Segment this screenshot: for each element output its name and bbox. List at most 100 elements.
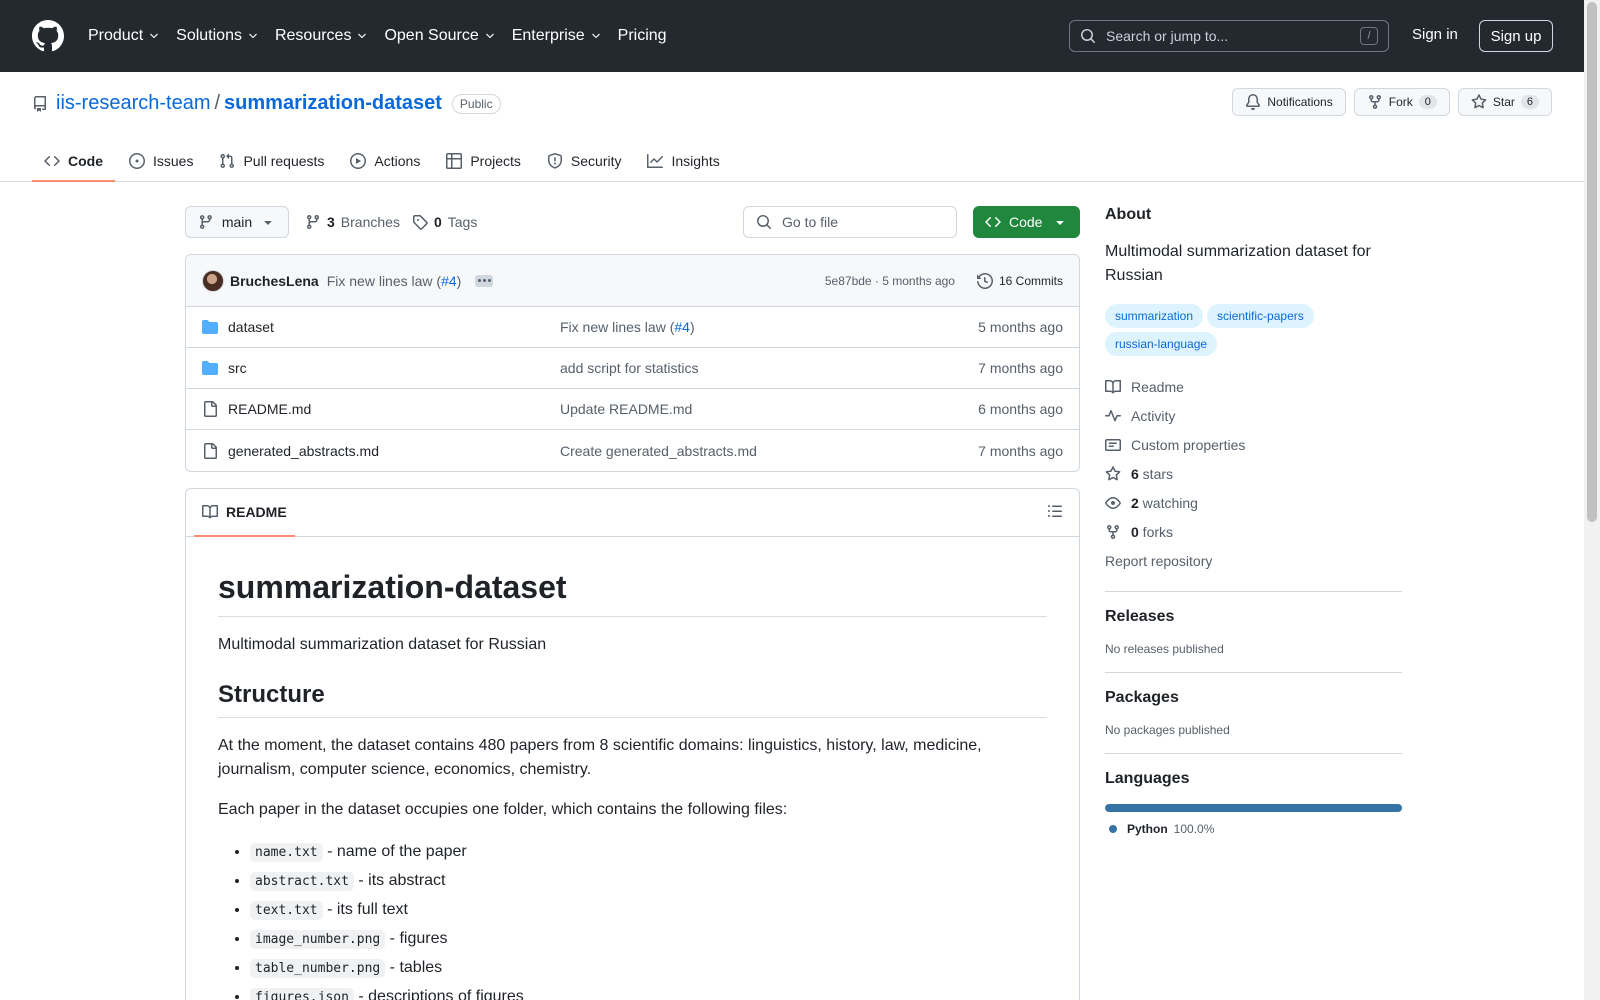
about-heading: About	[1105, 206, 1152, 223]
visibility-badge: Public	[451, 93, 501, 114]
activity-link[interactable]: Activity	[1105, 401, 1402, 430]
repo-owner-link[interactable]: iis-research-team	[56, 92, 210, 115]
commit-pr-link[interactable]: #4	[441, 273, 457, 289]
tab-projects[interactable]: Projects	[434, 142, 533, 180]
file-commit-message[interactable]: Create generated_abstracts.md	[560, 443, 757, 459]
list-item: text.txt - its full text	[250, 896, 1047, 925]
tab-insights[interactable]: Insights	[635, 142, 731, 180]
file-toolbar: main 3 Branches 0 Tags Go to file Code	[185, 206, 1080, 238]
releases-heading[interactable]: Releases	[1105, 608, 1402, 626]
commit-hash-time[interactable]: 5e87bde · 5 months ago	[825, 274, 955, 288]
file-commit-message[interactable]: add script for statistics	[560, 360, 699, 376]
file-date: 6 months ago	[978, 401, 1063, 417]
chevron-down-icon	[358, 33, 367, 39]
triangle-down-icon	[264, 221, 272, 225]
tab-code[interactable]: Code	[32, 142, 115, 182]
sign-in-link[interactable]: Sign in	[1412, 26, 1458, 43]
stars-link[interactable]: 6 stars	[1105, 459, 1402, 488]
go-to-file-input[interactable]: Go to file	[743, 206, 957, 238]
branches-link[interactable]: 3 Branches	[305, 214, 400, 230]
repo-name-link[interactable]: summarization-dataset	[224, 92, 442, 115]
packages-heading[interactable]: Packages	[1105, 689, 1402, 707]
file-date: 5 months ago	[978, 319, 1063, 335]
fork-button[interactable]: Fork 0	[1353, 88, 1450, 116]
commit-pr-link[interactable]: #4	[674, 319, 690, 335]
topic-list: summarization scientific-papers russian-…	[1105, 304, 1402, 356]
branch-selector-button[interactable]: main	[185, 206, 289, 238]
file-name-link[interactable]: generated_abstracts.md	[228, 443, 379, 459]
branches-count: 3	[327, 214, 335, 230]
graph-icon	[647, 154, 664, 168]
table-of-contents-icon[interactable]	[1047, 503, 1063, 519]
code-dropdown-button[interactable]: Code	[973, 206, 1080, 238]
avatar[interactable]	[202, 269, 224, 292]
file-name-link[interactable]: src	[228, 360, 247, 376]
search-icon	[757, 215, 772, 230]
shield-icon	[547, 153, 562, 169]
chevron-down-icon	[249, 33, 257, 39]
scrollbar-thumb[interactable]	[1587, 2, 1597, 522]
topic-tag[interactable]: summarization	[1105, 304, 1204, 328]
eye-icon	[1105, 496, 1121, 509]
file-commit-message[interactable]: Update README.md	[560, 401, 692, 417]
tags-link[interactable]: 0 Tags	[412, 214, 477, 230]
notifications-button[interactable]: Notifications	[1232, 88, 1346, 116]
tab-security[interactable]: Security	[535, 142, 634, 180]
languages-heading: Languages	[1105, 770, 1190, 787]
list-item: table_number.png - tables	[250, 954, 1047, 983]
nav-enterprise[interactable]: Enterprise	[512, 27, 602, 45]
language-item[interactable]: Python 100.0%	[1105, 822, 1402, 836]
tab-pull-requests[interactable]: Pull requests	[207, 142, 336, 180]
table-row[interactable]: README.md Update README.md 6 months ago	[186, 389, 1079, 430]
topic-tag[interactable]: scientific-papers	[1207, 304, 1314, 328]
global-search-input[interactable]: Search or jump to... /	[1069, 20, 1389, 52]
nav-resources[interactable]: Resources	[275, 27, 368, 45]
nav-pricing[interactable]: Pricing	[618, 27, 667, 45]
triangle-down-icon	[1056, 221, 1064, 225]
file-commit-message[interactable]: Fix new lines law (#4)	[560, 319, 695, 335]
tab-actions[interactable]: Actions	[338, 142, 432, 180]
repo-header: iis-research-team / summarization-datase…	[0, 72, 1584, 182]
commit-author-link[interactable]: BruchesLena	[230, 273, 319, 289]
nav-product[interactable]: Product	[88, 27, 160, 45]
forks-link[interactable]: 0 forks	[1105, 517, 1402, 546]
tab-readme[interactable]: README	[194, 489, 295, 537]
file-date: 7 months ago	[978, 360, 1063, 376]
history-icon	[976, 272, 993, 289]
star-count: 6	[1520, 95, 1539, 109]
readme-file-list: name.txt - name of the paper abstract.tx…	[218, 838, 1047, 1000]
readme-intro: Multimodal summarization dataset for Rus…	[218, 636, 547, 653]
readme-link[interactable]: Readme	[1105, 372, 1402, 401]
language-color-dot	[1109, 825, 1117, 833]
readme-content: summarization-dataset Multimodal summari…	[186, 537, 1079, 1000]
file-name-link[interactable]: dataset	[228, 319, 274, 335]
star-icon	[1471, 94, 1487, 109]
watchers-link[interactable]: 2 watching	[1105, 488, 1402, 517]
sign-up-button[interactable]: Sign up	[1479, 20, 1553, 52]
table-row[interactable]: dataset Fix new lines law (#4) 5 months …	[186, 307, 1079, 348]
star-button[interactable]: Star 6	[1457, 88, 1552, 116]
repo-tabs: Code Issues Pull requests Actions Projec…	[32, 142, 734, 182]
issue-opened-icon	[129, 153, 145, 169]
bell-icon	[1246, 94, 1261, 110]
github-logo-icon[interactable]	[32, 20, 64, 52]
nav-solutions[interactable]: Solutions	[176, 27, 259, 45]
commits-history-link[interactable]: 16 Commits	[976, 272, 1063, 289]
table-row[interactable]: generated_abstracts.md Create generated_…	[186, 430, 1079, 471]
custom-properties-link[interactable]: Custom properties	[1105, 430, 1402, 459]
nav-open-source[interactable]: Open Source	[384, 27, 495, 45]
list-item: figures.json - descriptions of figures	[250, 983, 1047, 1000]
repo-sidebar: About Multimodal summarization dataset f…	[1105, 206, 1402, 836]
play-icon	[350, 153, 367, 169]
expand-commit-icon[interactable]	[475, 274, 494, 287]
report-repository-link[interactable]: Report repository	[1105, 546, 1402, 575]
commit-message[interactable]: Fix new lines law (#4)	[327, 273, 462, 289]
repo-path-separator: /	[214, 92, 221, 114]
page-scrollbar[interactable]	[1584, 0, 1600, 1000]
file-name-link[interactable]: README.md	[228, 401, 311, 417]
pulse-icon	[1105, 409, 1121, 421]
search-shortcut-key: /	[1360, 27, 1378, 45]
topic-tag[interactable]: russian-language	[1105, 332, 1218, 356]
table-row[interactable]: src add script for statistics 7 months a…	[186, 348, 1079, 389]
tab-issues[interactable]: Issues	[117, 142, 205, 180]
